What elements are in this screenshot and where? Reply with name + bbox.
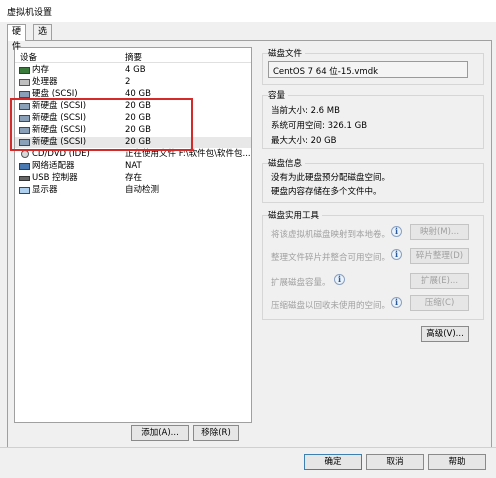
device-summary: 自动检测 (125, 185, 160, 195)
compact-description: 压缩磁盘以回收未使用的空间。 (271, 301, 391, 311)
device-name: USB 控制器 (32, 173, 78, 183)
available-space-text: 系统可用空间: 326.1 GB (271, 121, 368, 131)
map-button[interactable]: 映射(M)... (410, 224, 469, 240)
defragment-description: 整理文件碎片并整合可用空间。 (271, 253, 391, 263)
info-icon: i (391, 226, 402, 237)
column-header-device[interactable]: 设备 (20, 51, 37, 63)
device-row-memory[interactable]: 内存 4 GB (15, 65, 251, 76)
help-button[interactable]: 帮助 (428, 454, 486, 470)
device-row-network[interactable]: 网络适配器 NAT (15, 161, 251, 172)
disk-info-line-1: 没有为此硬盘预分配磁盘空间。 (271, 173, 391, 183)
map-description: 将该虚拟机磁盘映射到本地卷。 (271, 230, 391, 240)
info-icon: i (391, 297, 402, 308)
capacity-label: 容量 (268, 89, 289, 101)
current-size-text: 当前大小: 2.6 MB (271, 106, 340, 116)
cancel-button[interactable]: 取消 (366, 454, 424, 470)
highlight-annotation-box (10, 98, 193, 151)
advanced-button[interactable]: 高级(V)... (421, 326, 469, 342)
device-summary: 存在 (125, 173, 143, 183)
disk-utilities-label: 磁盘实用工具 (268, 209, 323, 221)
window-title: 虚拟机设置 (7, 8, 53, 18)
max-size-text: 最大大小: 20 GB (271, 136, 337, 146)
disk-info-group (262, 163, 484, 203)
device-name: 显示器 (32, 185, 58, 195)
cd-dvd-icon (21, 150, 29, 158)
disk-info-line-2: 硬盘内容存储在多个文件中。 (271, 187, 382, 197)
disk-file-value: CentOS 7 64 位-15.vmdk (273, 67, 379, 77)
title-bar: 虚拟机设置 (0, 0, 496, 22)
device-summary: 4 GB (125, 65, 146, 75)
footer-separator (0, 447, 496, 448)
column-header-summary[interactable]: 摘要 (125, 51, 142, 63)
disk-file-label: 磁盘文件 (268, 47, 306, 59)
hard-disk-icon (19, 91, 30, 98)
defragment-button[interactable]: 碎片整理(D) (410, 248, 469, 264)
device-row-display[interactable]: 显示器 自动检测 (15, 185, 251, 196)
device-name: 内存 (32, 65, 50, 75)
display-icon (19, 187, 30, 194)
tab-hardware[interactable]: 硬件 (7, 24, 27, 52)
memory-icon (19, 67, 30, 74)
expand-description: 扩展磁盘容量。 (271, 278, 331, 288)
device-name: 处理器 (32, 77, 58, 87)
device-row-usb[interactable]: USB 控制器 存在 (15, 173, 251, 184)
info-icon: i (391, 249, 402, 260)
add-device-button[interactable]: 添加(A)... (131, 425, 189, 441)
device-list-header: 设备 摘要 (15, 48, 251, 63)
ok-button[interactable]: 确定 (304, 454, 362, 470)
device-row-cpu[interactable]: 处理器 2 (15, 77, 251, 88)
usb-controller-icon (19, 176, 30, 181)
network-adapter-icon (19, 163, 30, 170)
remove-device-button[interactable]: 移除(R) (193, 425, 239, 441)
expand-button[interactable]: 扩展(E)... (410, 273, 469, 289)
cpu-icon (19, 79, 30, 86)
disk-info-label: 磁盘信息 (268, 157, 306, 169)
info-icon: i (334, 274, 345, 285)
device-name: 网络适配器 (32, 161, 75, 171)
device-summary: 2 (125, 77, 131, 87)
compact-button[interactable]: 压缩(C) (410, 295, 469, 311)
device-summary: NAT (125, 161, 142, 171)
tab-options[interactable]: 选项 (33, 24, 53, 52)
disk-file-field[interactable]: CentOS 7 64 位-15.vmdk (268, 61, 468, 78)
